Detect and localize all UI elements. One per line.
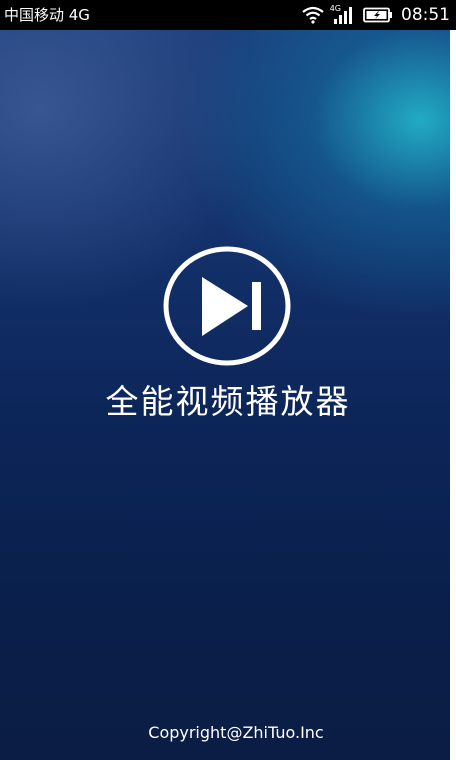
play-next-icon <box>160 244 294 368</box>
app-title: 全能视频播放器 <box>105 382 351 421</box>
status-icons: 4G 08:51 <box>302 3 450 27</box>
copyright-text: Copyright@ZhiTuo.Inc <box>148 723 324 742</box>
status-bar: 中国移动 4G 4G 08:51 <box>0 0 456 30</box>
splash-screen: 中国移动 4G 4G 08:51 全能视频播放器 Copyright@ZhiTu… <box>0 0 456 760</box>
wifi-icon <box>302 6 324 24</box>
battery-charging-icon <box>363 7 393 23</box>
status-time: 08:51 <box>401 5 450 25</box>
network-type-label: 4G <box>329 4 341 13</box>
carrier-label: 中国移动 4G <box>4 6 90 24</box>
